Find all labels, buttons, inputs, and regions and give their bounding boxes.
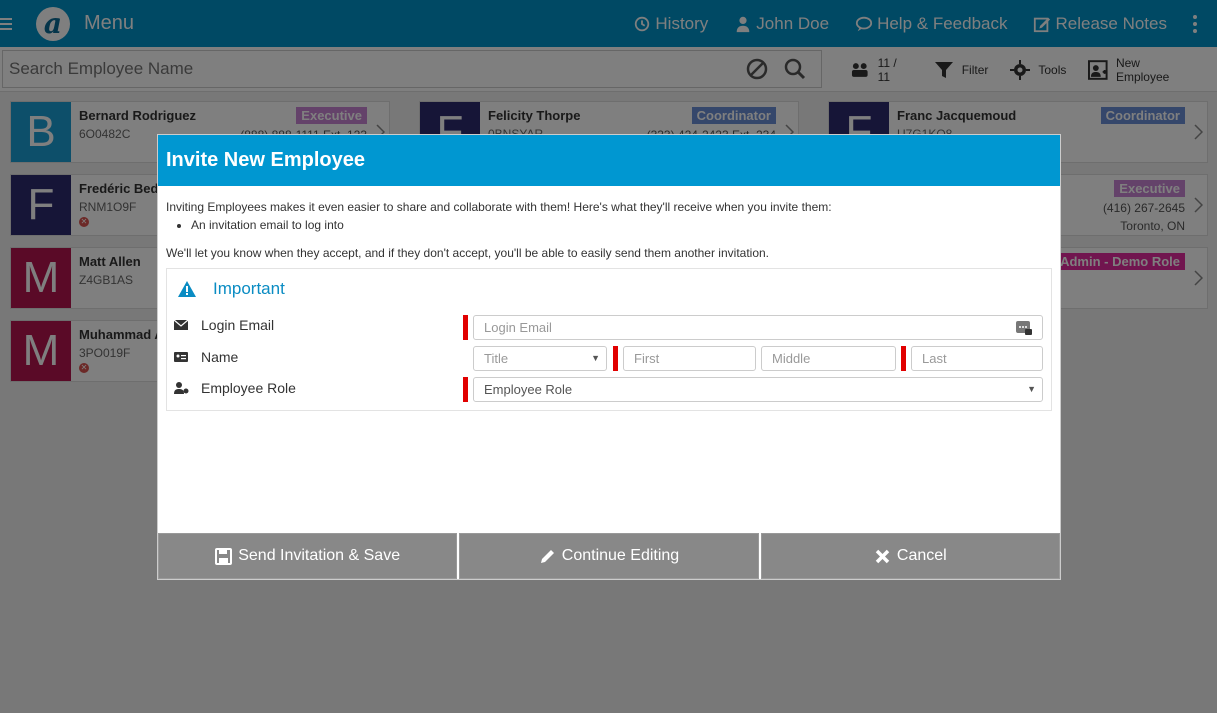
note-text: We'll let you know when they accept, and… — [166, 246, 770, 260]
login-email-input[interactable]: Login Email — [473, 315, 1043, 340]
pencil-icon — [540, 549, 554, 563]
name-row: Name — [173, 349, 238, 365]
continue-editing-button[interactable]: Continue Editing — [459, 533, 759, 579]
name-label: Name — [201, 349, 239, 365]
required-marker — [901, 346, 906, 371]
employee-role-label: Employee Role — [201, 380, 296, 396]
required-marker — [463, 377, 468, 402]
required-marker — [463, 315, 468, 340]
employee-role-row: Employee Role — [173, 380, 296, 396]
important-section: Important Login Email Name Employee Role… — [166, 268, 1052, 411]
cancel-button[interactable]: Cancel — [760, 533, 1060, 579]
important-label: Important — [213, 279, 285, 298]
chevron-down-icon: ▼ — [1027, 384, 1036, 394]
envelope-icon — [173, 319, 189, 330]
dialog-footer: Send Invitation & Save Continue Editing … — [158, 533, 1060, 579]
bullet-item: An invitation email to log into — [191, 218, 1052, 232]
contact-card-icon[interactable] — [1016, 321, 1032, 335]
save-icon — [215, 547, 233, 565]
title-select[interactable]: Title ▼ — [473, 346, 607, 371]
intro-text: Inviting Employees makes it even easier … — [166, 200, 832, 214]
login-email-row: Login Email — [173, 317, 274, 333]
user-gear-icon — [174, 382, 189, 394]
middle-name-input[interactable]: Middle — [761, 346, 896, 371]
required-marker — [613, 346, 618, 371]
close-icon — [875, 549, 890, 563]
first-name-input[interactable]: First — [623, 346, 756, 371]
last-name-input[interactable]: Last — [911, 346, 1043, 371]
login-email-label: Login Email — [201, 317, 275, 333]
send-invitation-button[interactable]: Send Invitation & Save — [158, 533, 458, 579]
chevron-down-icon: ▼ — [591, 353, 600, 363]
employee-role-select[interactable]: Employee Role ▼ — [473, 377, 1043, 402]
warning-icon — [178, 281, 196, 297]
dialog-title: Invite New Employee — [158, 135, 1060, 186]
id-card-icon — [174, 352, 188, 362]
invite-employee-dialog: Invite New Employee Inviting Employees m… — [157, 134, 1061, 580]
